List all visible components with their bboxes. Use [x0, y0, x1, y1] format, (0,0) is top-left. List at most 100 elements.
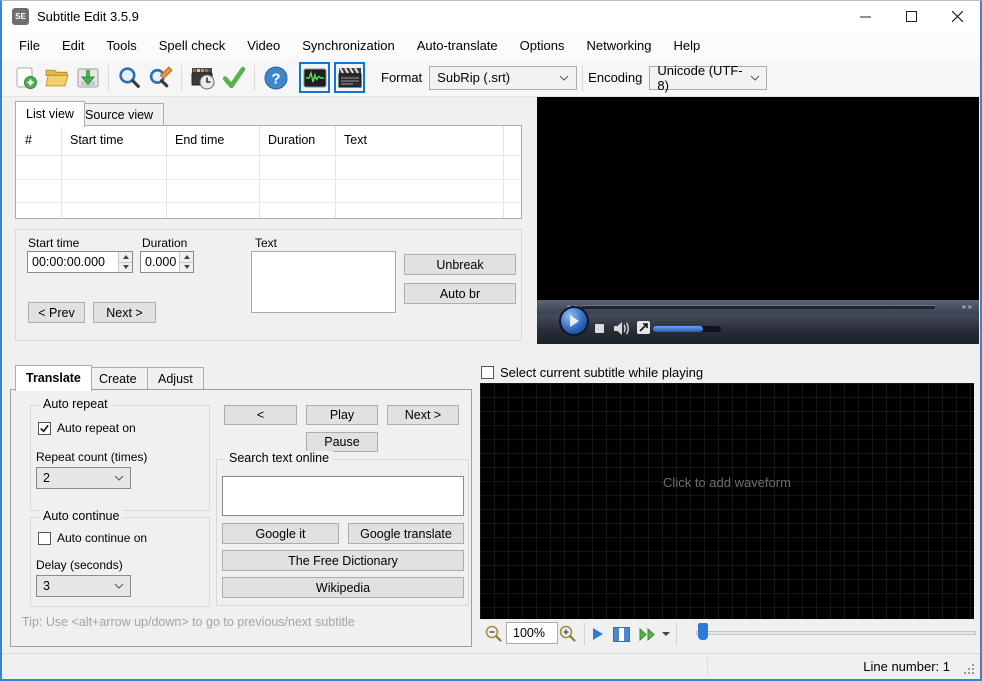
tab-adjust[interactable]: Adjust [147, 367, 204, 391]
minimize-button[interactable] [842, 1, 888, 32]
volume-fill [653, 326, 703, 332]
next-subtitle-button[interactable]: Next > [387, 405, 459, 425]
tab-translate[interactable]: Translate [15, 365, 92, 391]
select-current-subtitle-checkbox[interactable] [481, 366, 494, 379]
seek-forward-icon[interactable]: ►► [961, 304, 974, 311]
save-button[interactable] [74, 64, 101, 91]
subtitle-text-area[interactable] [251, 251, 396, 313]
pause-button[interactable]: Pause [306, 432, 378, 452]
repeat-count-dropdown[interactable]: 2 [36, 467, 131, 489]
waveform-toggle-button[interactable] [299, 62, 330, 93]
column-divider [61, 126, 62, 218]
zoom-in-button[interactable] [558, 624, 578, 644]
video-play-button[interactable] [559, 306, 589, 336]
tab-list-view[interactable]: List view [15, 101, 85, 127]
encoding-label: Encoding [588, 70, 643, 85]
fullscreen-button[interactable] [637, 321, 650, 334]
prev-button[interactable]: < Prev [28, 302, 85, 323]
tab-source-view[interactable]: Source view [74, 103, 165, 127]
start-time-spinner[interactable]: 00:00:00.000 [27, 251, 133, 273]
video-stop-button[interactable] [595, 324, 604, 333]
format-value: SubRip (.srt) [437, 70, 511, 85]
waveform-play-button[interactable] [591, 627, 604, 641]
menu-auto-translate[interactable]: Auto-translate [406, 32, 509, 59]
spin-up-button[interactable] [180, 252, 193, 263]
menu-edit[interactable]: Edit [51, 32, 95, 59]
column-header-end-time[interactable]: End time [175, 133, 224, 147]
close-button[interactable] [934, 1, 980, 32]
waveform-position-slider[interactable] [696, 631, 976, 635]
menu-help[interactable]: Help [663, 32, 712, 59]
google-translate-button[interactable]: Google translate [348, 523, 464, 544]
select-current-subtitle-label[interactable]: Select current subtitle while playing [500, 365, 703, 380]
speed-dropdown-caret-icon[interactable] [662, 631, 670, 637]
open-file-button[interactable] [43, 64, 70, 91]
column-header-number[interactable]: # [25, 133, 32, 147]
slider-thumb[interactable] [698, 623, 708, 640]
video-player[interactable]: ◄◄ ►► [537, 97, 979, 344]
resize-grip-icon[interactable] [964, 664, 975, 675]
play-button[interactable]: Play [306, 405, 378, 425]
auto-repeat-checkbox[interactable] [38, 422, 51, 435]
replace-button[interactable] [147, 64, 174, 91]
video-toggle-button[interactable] [334, 62, 365, 93]
free-dictionary-button[interactable]: The Free Dictionary [222, 550, 464, 571]
waveform-area[interactable]: Click to add waveform [480, 383, 974, 619]
new-file-icon [16, 67, 37, 89]
duration-spinner[interactable]: 0.000 [140, 251, 194, 273]
menu-options[interactable]: Options [509, 32, 576, 59]
spin-down-button[interactable] [119, 262, 132, 272]
menu-tools[interactable]: Tools [95, 32, 147, 59]
find-icon [119, 67, 140, 88]
help-button[interactable]: ? [262, 64, 289, 91]
playback-speed-button[interactable] [639, 627, 658, 641]
subtitle-table[interactable]: # Start time End time Duration Text [15, 125, 522, 219]
arrow-up-icon [183, 254, 190, 259]
menu-synchronization[interactable]: Synchronization [291, 32, 406, 59]
unbreak-button[interactable]: Unbreak [404, 254, 516, 275]
auto-br-button[interactable]: Auto br [404, 283, 516, 304]
spin-up-button[interactable] [119, 252, 132, 263]
auto-continue-checkbox[interactable] [38, 532, 51, 545]
auto-repeat-checkbox-label[interactable]: Auto repeat on [57, 421, 136, 435]
toolbar-separator [108, 64, 109, 91]
new-file-button[interactable] [12, 64, 39, 91]
row-divider [16, 179, 521, 180]
encoding-dropdown[interactable]: Unicode (UTF-8) [649, 63, 768, 93]
video-icon [338, 66, 361, 87]
delay-dropdown[interactable]: 3 [36, 575, 131, 597]
auto-continue-checkbox-label[interactable]: Auto continue on [57, 531, 147, 545]
start-time-label: Start time [28, 236, 80, 250]
column-header-start-time[interactable]: Start time [70, 133, 124, 147]
start-time-value[interactable]: 00:00:00.000 [28, 252, 118, 272]
format-dropdown[interactable]: SubRip (.srt) [429, 65, 578, 90]
waveform-zoom-value[interactable]: 100% [506, 622, 558, 644]
maximize-button[interactable] [888, 1, 934, 32]
visual-sync-button[interactable] [189, 64, 216, 91]
column-header-text[interactable]: Text [344, 133, 367, 147]
spell-check-button[interactable] [220, 64, 247, 91]
zoom-out-button[interactable] [484, 624, 504, 644]
column-header-duration[interactable]: Duration [268, 133, 315, 147]
wikipedia-button[interactable]: Wikipedia [222, 577, 464, 598]
tab-create[interactable]: Create [88, 367, 148, 391]
menu-video[interactable]: Video [236, 32, 291, 59]
next-button[interactable]: Next > [93, 302, 156, 323]
toolbar-separator [582, 64, 584, 91]
menu-file[interactable]: File [8, 32, 51, 59]
repeat-count-label: Repeat count (times) [36, 450, 148, 464]
video-seek-bar[interactable] [581, 305, 935, 309]
menu-spell-check[interactable]: Spell check [148, 32, 236, 59]
google-it-button[interactable]: Google it [222, 523, 339, 544]
volume-icon[interactable] [613, 321, 630, 336]
delay-label: Delay (seconds) [36, 558, 123, 572]
show-columns-button[interactable] [613, 626, 630, 642]
duration-value[interactable]: 0.000 [141, 252, 179, 272]
spin-down-button[interactable] [180, 262, 193, 272]
menu-networking[interactable]: Networking [575, 32, 662, 59]
volume-slider[interactable] [653, 326, 721, 332]
close-icon [951, 11, 963, 22]
find-button[interactable] [116, 64, 143, 91]
back-button[interactable]: < [224, 405, 297, 425]
search-text-input[interactable] [222, 476, 464, 516]
